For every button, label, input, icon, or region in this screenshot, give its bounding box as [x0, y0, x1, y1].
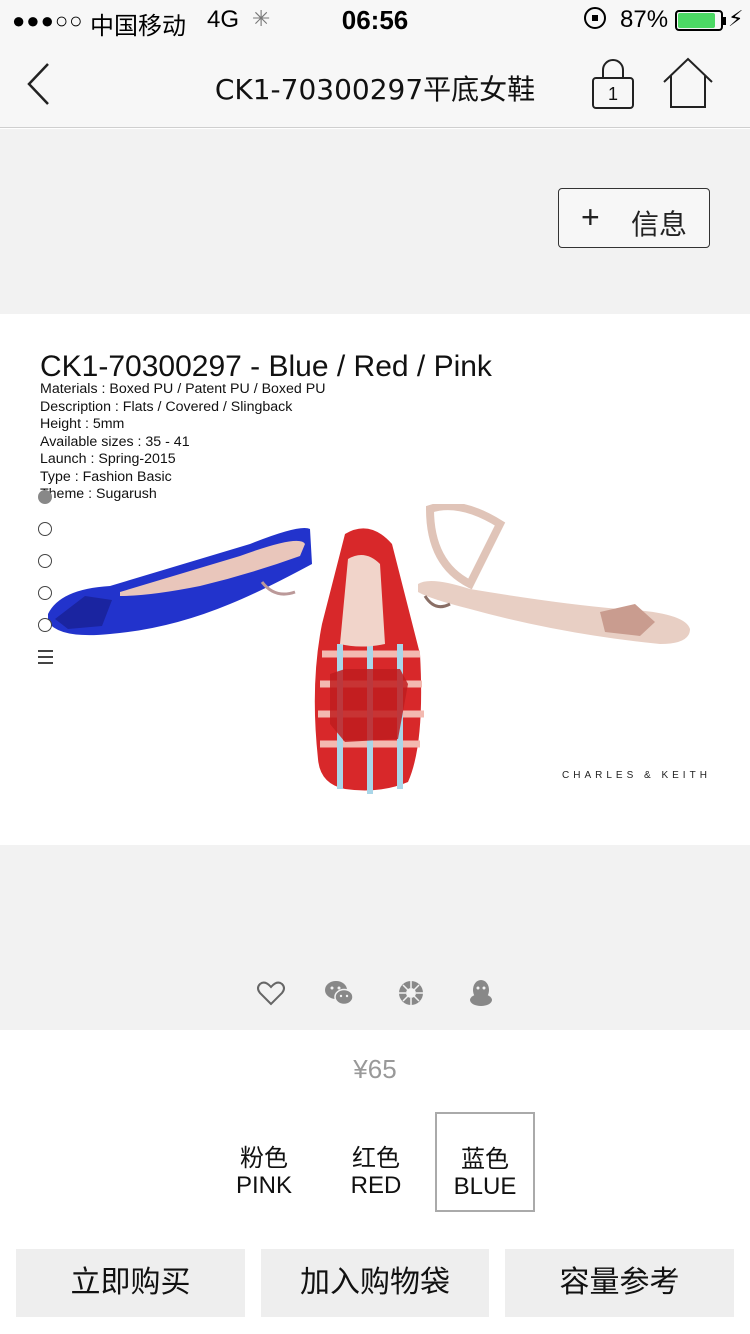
carousel-dot[interactable]: [38, 618, 52, 632]
color-option-blue[interactable]: 蓝色 BLUE: [435, 1112, 535, 1212]
product-image[interactable]: CK1-70300297 - Blue / Red / Pink Materia…: [0, 314, 750, 845]
spec-line: Theme : Sugarush: [40, 486, 157, 502]
info-button[interactable]: + 信息: [558, 188, 710, 248]
charging-icon: ⚡: [728, 6, 744, 31]
page-title: CK1-70300297平底女鞋: [214, 73, 536, 106]
color-option-red[interactable]: 红色 RED: [327, 1112, 425, 1210]
color-name-cn: 粉色: [240, 1144, 288, 1172]
carousel-dot[interactable]: [38, 490, 52, 504]
price: ¥65: [353, 1054, 397, 1084]
wechat-icon[interactable]: [324, 978, 354, 1008]
spec-line: Height : 5mm: [40, 416, 125, 432]
list-view-icon[interactable]: [38, 650, 53, 664]
color-name-en: BLUE: [453, 1173, 517, 1200]
size-guide-button[interactable]: 容量参考: [505, 1249, 734, 1317]
shoes-illustration: [48, 504, 690, 794]
spec-line: Type : Fashion Basic: [40, 468, 172, 485]
battery-percent: 87%: [620, 6, 669, 33]
plus-icon: +: [581, 199, 600, 235]
carousel-dot[interactable]: [38, 586, 52, 600]
pink-shoe: [418, 504, 690, 644]
color-name-en: RED: [350, 1172, 402, 1199]
status-bar: ●●●○○ 中国移动 4G ✳ 06:56 87% ⚡: [0, 0, 750, 40]
red-shoe: [314, 528, 424, 794]
color-name-cn: 红色: [352, 1144, 400, 1172]
color-name-cn: 蓝色: [461, 1145, 509, 1173]
buy-now-button[interactable]: 立即购买: [16, 1249, 245, 1317]
share-bar: [0, 845, 750, 1030]
heart-icon[interactable]: [256, 978, 286, 1008]
rotation-lock-icon: [584, 7, 606, 29]
spec-line: Available sizes : 35 - 41: [40, 433, 190, 450]
nav-bar: CK1-70300297平底女鞋 1: [0, 40, 750, 128]
spec-line: Materials : Boxed PU / Patent PU / Boxed…: [40, 381, 326, 397]
qq-icon[interactable]: [466, 978, 496, 1008]
brand-logo: CHARLES & KEITH: [562, 770, 711, 781]
info-button-label: 信息: [631, 208, 688, 241]
battery-icon: [675, 10, 726, 31]
carousel-dot[interactable]: [38, 522, 52, 536]
blue-shoe: [48, 528, 312, 636]
home-icon[interactable]: [662, 56, 714, 110]
color-option-pink[interactable]: 粉色 PINK: [215, 1112, 313, 1210]
spec-line: Launch : Spring-2015: [40, 451, 176, 467]
product-specs: Materials : Boxed PU / Patent PU / Boxed…: [40, 381, 325, 504]
color-name-en: PINK: [235, 1172, 292, 1199]
product-title: CK1-70300297 - Blue / Red / Pink: [40, 350, 492, 383]
carousel-indicators: [38, 490, 54, 664]
spec-line: Description : Flats / Covered / Slingbac…: [40, 398, 293, 415]
carousel-dot[interactable]: [38, 554, 52, 568]
bag-count: 1: [607, 84, 618, 104]
add-to-bag-button[interactable]: 加入购物袋: [261, 1249, 489, 1317]
moments-icon[interactable]: [396, 978, 426, 1008]
battery-fill: [678, 13, 715, 28]
top-spacer: + 信息: [0, 129, 750, 314]
